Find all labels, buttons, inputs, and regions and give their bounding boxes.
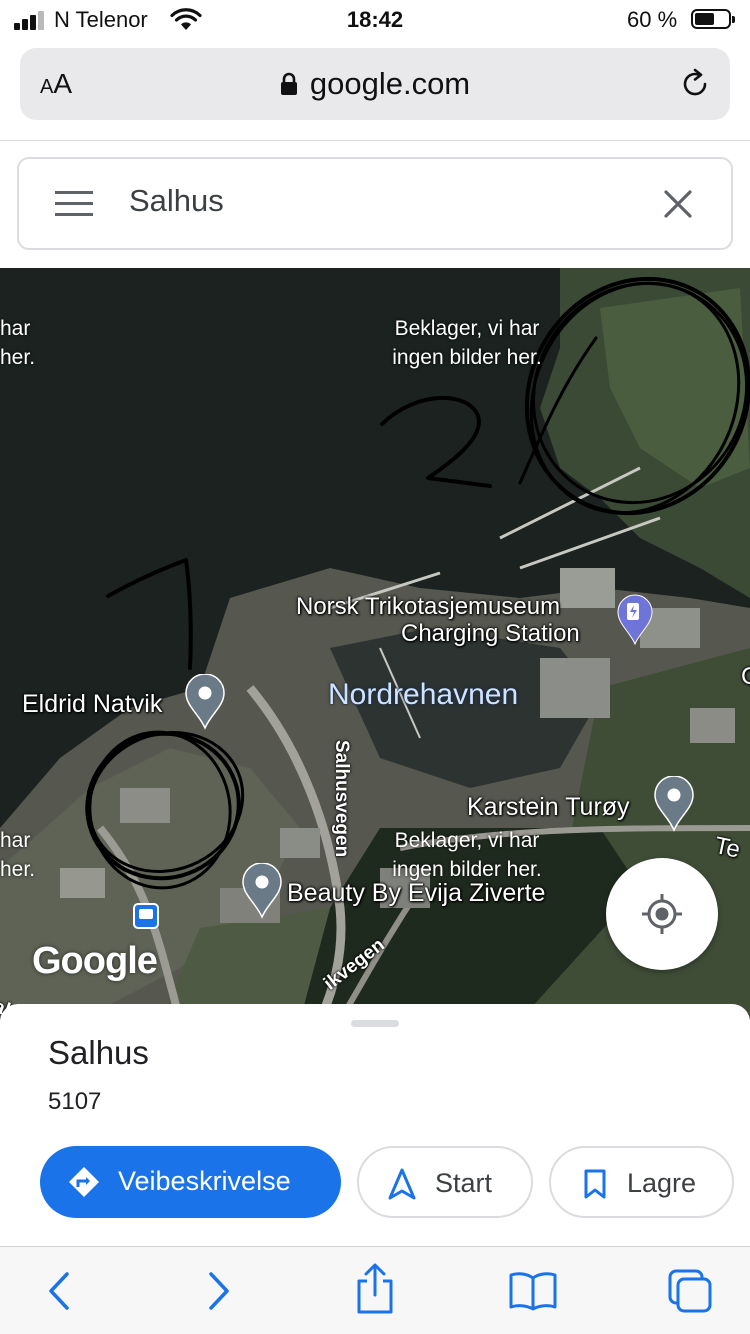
drag-handle[interactable] <box>351 1020 399 1027</box>
place-bottom-sheet[interactable]: Salhus 5107 Veibeskrivelse Start Lagre <box>0 1004 750 1246</box>
bus-stop-icon[interactable] <box>133 903 159 929</box>
map-pin-icon[interactable] <box>653 776 695 832</box>
crosshair-icon <box>642 894 682 934</box>
place-label-eldrid-natvik[interactable]: Eldrid Natvik <box>22 689 162 719</box>
ev-charging-icon[interactable] <box>616 594 654 646</box>
share-icon[interactable] <box>354 1263 396 1315</box>
battery-percentage: 60 % <box>627 7 678 32</box>
start-label: Start <box>435 1168 493 1198</box>
directions-icon <box>69 1167 99 1197</box>
browser-toolbar <box>0 1246 750 1334</box>
no-imagery-notice-partial: har her. <box>0 317 36 369</box>
tabs-icon[interactable] <box>666 1267 714 1315</box>
edge-label-fragment: C <box>741 663 750 690</box>
directions-button[interactable]: Veibeskrivelse <box>40 1146 341 1218</box>
place-label-norsk-trikotasjemuseum[interactable]: Norsk Trikotasjemuseum <box>296 592 560 622</box>
menu-icon[interactable] <box>55 191 93 217</box>
address-bar[interactable]: AA google.com <box>20 48 730 120</box>
directions-label: Veibeskrivelse <box>118 1166 291 1196</box>
place-title: Salhus <box>48 1034 149 1071</box>
map-pin-icon[interactable] <box>184 674 226 730</box>
bookmarks-icon[interactable] <box>508 1271 558 1311</box>
reload-icon[interactable] <box>678 67 712 101</box>
place-label-charging-station[interactable]: Charging Station <box>401 619 580 649</box>
no-imagery-notice-partial: har her. <box>0 829 36 881</box>
google-logo: Google <box>32 940 158 982</box>
place-postcode: 5107 <box>48 1088 102 1115</box>
save-button[interactable]: Lagre <box>549 1146 734 1218</box>
road-label-salhusvegen: Salhusvegen <box>331 740 352 858</box>
search-box[interactable]: Salhus <box>17 157 733 250</box>
back-icon[interactable] <box>44 1269 74 1313</box>
my-location-button[interactable] <box>606 858 718 970</box>
status-bar: N Telenor 18:42 60 % <box>0 0 750 42</box>
forward-icon[interactable] <box>204 1269 234 1313</box>
place-label-karstein-turoy[interactable]: Karstein Turøy <box>467 792 630 822</box>
area-label-nordrehavnen: Nordrehavnen <box>328 678 519 711</box>
search-input[interactable]: Salhus <box>129 183 224 219</box>
save-label: Lagre <box>627 1168 697 1198</box>
start-button[interactable]: Start <box>357 1146 533 1218</box>
url-text[interactable]: google.com <box>310 66 470 101</box>
close-icon[interactable] <box>663 189 693 219</box>
place-label-beauty-by-evija-ziverte[interactable]: Beauty By Evija Ziverte <box>287 878 545 908</box>
navigation-arrow-icon <box>388 1168 416 1200</box>
header-divider <box>0 140 750 141</box>
map-pin-icon[interactable] <box>241 863 283 919</box>
map-view[interactable]: Beklager, vi har ingen bilder her. har her… <box>0 268 750 1020</box>
lock-icon <box>280 72 297 95</box>
no-imagery-notice: Beklager, vi har ingen bilder her. <box>392 317 542 369</box>
bookmark-icon <box>584 1169 606 1199</box>
no-imagery-notice: Beklager, vi har ingen bilder her. <box>392 829 542 881</box>
battery-icon <box>691 9 735 29</box>
